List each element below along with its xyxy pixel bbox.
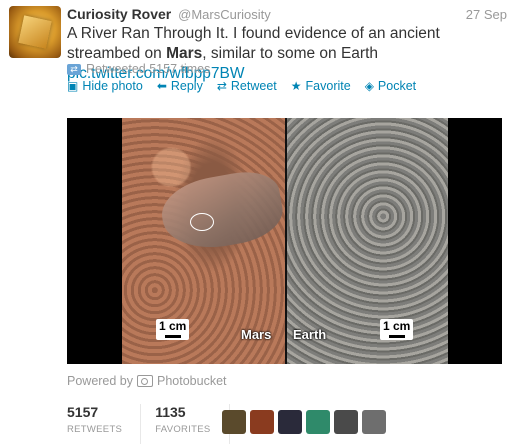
photo-icon: ▣ — [67, 79, 79, 93]
facepile-avatar[interactable] — [306, 410, 330, 434]
retweet-button[interactable]: ⇄ Retweet — [217, 79, 277, 93]
tweet-text-part2: , similar to some on Earth — [202, 45, 379, 62]
facepile-avatar[interactable] — [334, 410, 358, 434]
retweeted-text: Retweeted 5157 times — [86, 62, 211, 76]
hide-photo-label: Hide photo — [82, 79, 143, 93]
favorites-count: 1135 — [155, 404, 186, 420]
highlight-circle — [190, 213, 214, 231]
facepile-avatar[interactable] — [362, 410, 386, 434]
facepile-avatar[interactable] — [250, 410, 274, 434]
favorites-stat[interactable]: 1135 FAVORITES — [155, 404, 230, 444]
author-name[interactable]: Curiosity Rover — [67, 6, 171, 22]
hide-photo-button[interactable]: ▣ Hide photo — [67, 79, 143, 93]
retweet-count-line: ⇄ Retweeted 5157 times — [67, 62, 210, 76]
favorite-button[interactable]: ★ Favorite — [291, 79, 351, 93]
scale-right-text: 1 cm — [383, 319, 411, 333]
scale-bar-right: 1 cm — [380, 319, 414, 340]
powered-by: Powered by Photobucket — [67, 374, 227, 388]
retweet-label: Retweet — [230, 79, 277, 93]
favorites-caption: FAVORITES — [155, 424, 211, 435]
retweets-count: 5157 — [67, 404, 99, 420]
reply-button[interactable]: ⬅ Reply — [157, 79, 203, 93]
scale-bar-left: 1 cm — [156, 319, 190, 340]
facepile — [222, 410, 386, 434]
pocket-button[interactable]: ◈ Pocket — [365, 79, 416, 93]
reply-label: Reply — [170, 79, 203, 93]
tweet-header: Curiosity Rover @MarsCuriosity 27 Sep — [67, 6, 507, 24]
powered-by-prefix: Powered by — [67, 374, 134, 388]
pocket-icon: ◈ — [364, 79, 374, 93]
photobucket-link[interactable]: Photobucket — [157, 374, 227, 388]
label-mars: Mars — [241, 327, 272, 342]
facepile-avatar[interactable] — [278, 410, 302, 434]
favorite-label: Favorite — [305, 79, 351, 93]
tweet-photo[interactable]: 1 cm 1 cm Mars Earth — [67, 118, 502, 364]
tweet-text-bold: Mars — [166, 45, 203, 62]
tweet-actions: ▣ Hide photo ⬅ Reply ⇄ Retweet ★ Favorit… — [67, 79, 416, 93]
avatar[interactable] — [9, 6, 61, 58]
pocket-label: Pocket — [377, 79, 417, 93]
author-handle[interactable]: @MarsCuriosity — [178, 7, 271, 22]
retweets-caption: RETWEETS — [67, 424, 123, 435]
retweet-badge-icon: ⇄ — [67, 63, 81, 75]
scale-left-text: 1 cm — [159, 319, 187, 333]
favorite-icon: ★ — [290, 79, 302, 93]
retweet-icon: ⇄ — [216, 79, 227, 93]
tweet-date[interactable]: 27 Sep — [466, 7, 507, 22]
facepile-avatar[interactable] — [222, 410, 246, 434]
retweets-stat[interactable]: 5157 RETWEETS — [67, 404, 142, 444]
label-earth: Earth — [293, 327, 327, 342]
tweet-stats: 5157 RETWEETS 1135 FAVORITES — [67, 404, 244, 444]
reply-icon: ⬅ — [156, 79, 167, 93]
photo-divider — [285, 118, 287, 364]
camera-icon — [137, 375, 154, 387]
